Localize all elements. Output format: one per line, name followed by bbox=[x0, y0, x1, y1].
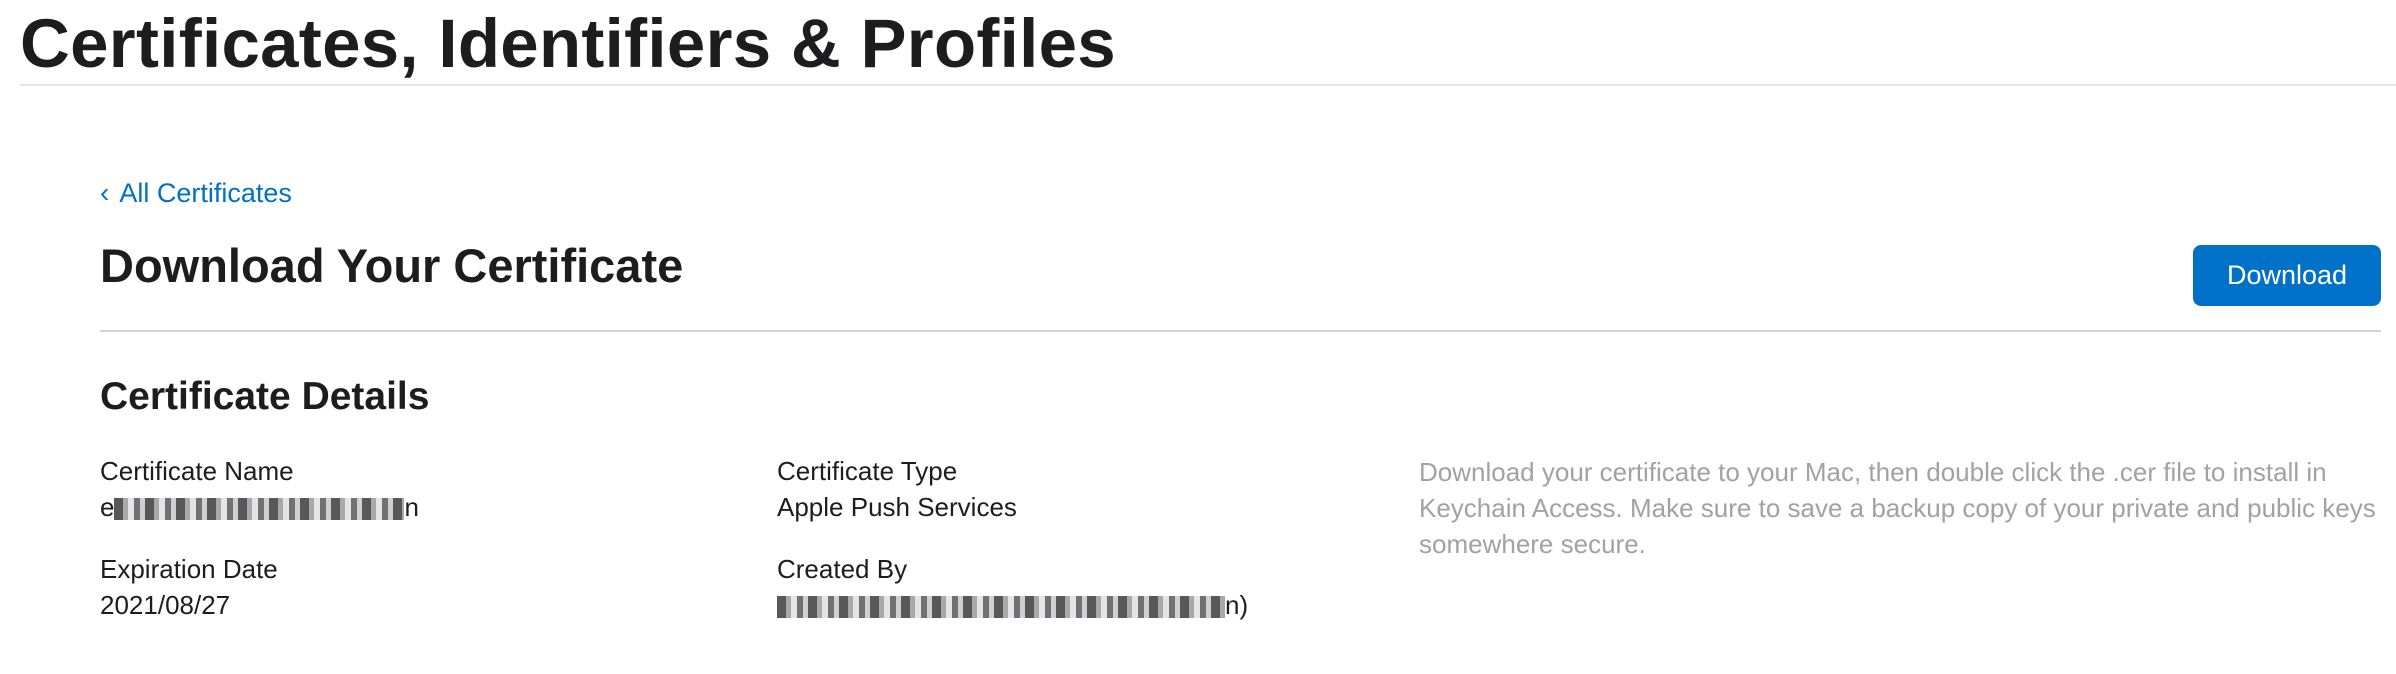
created-by-field: Created By n) bbox=[777, 551, 1248, 623]
expiration-date-label: Expiration Date bbox=[100, 554, 278, 584]
back-link-label: All Certificates bbox=[119, 177, 292, 208]
certificate-type-label: Certificate Type bbox=[777, 456, 958, 486]
section-divider bbox=[100, 330, 2381, 332]
details-heading: Certificate Details bbox=[100, 375, 430, 418]
expiration-date-value: 2021/08/27 bbox=[100, 590, 231, 620]
certificate-name-value: en bbox=[100, 489, 419, 525]
created-by-suffix: n) bbox=[1225, 590, 1249, 620]
created-by-value: n) bbox=[777, 587, 1248, 623]
certificate-name-suffix: n bbox=[404, 492, 419, 522]
certificates-page: Certificates, Identifiers & Profiles ‹ A… bbox=[0, 0, 2396, 674]
chevron-left-icon: ‹ bbox=[100, 177, 110, 208]
redacted-block bbox=[114, 498, 405, 521]
section-heading: Download Your Certificate bbox=[100, 239, 684, 292]
download-button[interactable]: Download bbox=[2193, 245, 2381, 306]
redacted-block bbox=[777, 596, 1225, 619]
certificate-name-field: Certificate Name en bbox=[100, 453, 419, 525]
title-divider bbox=[20, 84, 2396, 86]
expiration-date-field: Expiration Date 2021/08/27 bbox=[100, 551, 278, 623]
created-by-label: Created By bbox=[777, 554, 908, 584]
certificate-name-label: Certificate Name bbox=[100, 456, 294, 486]
certificate-type-field: Certificate Type Apple Push Services bbox=[777, 453, 1017, 525]
certificate-name-prefix: e bbox=[100, 492, 115, 522]
download-instructions: Download your certificate to your Mac, t… bbox=[1419, 457, 2376, 559]
page-title: Certificates, Identifiers & Profiles bbox=[20, 5, 1116, 82]
all-certificates-link[interactable]: ‹ All Certificates bbox=[100, 173, 292, 213]
certificate-type-value: Apple Push Services bbox=[777, 492, 1017, 522]
